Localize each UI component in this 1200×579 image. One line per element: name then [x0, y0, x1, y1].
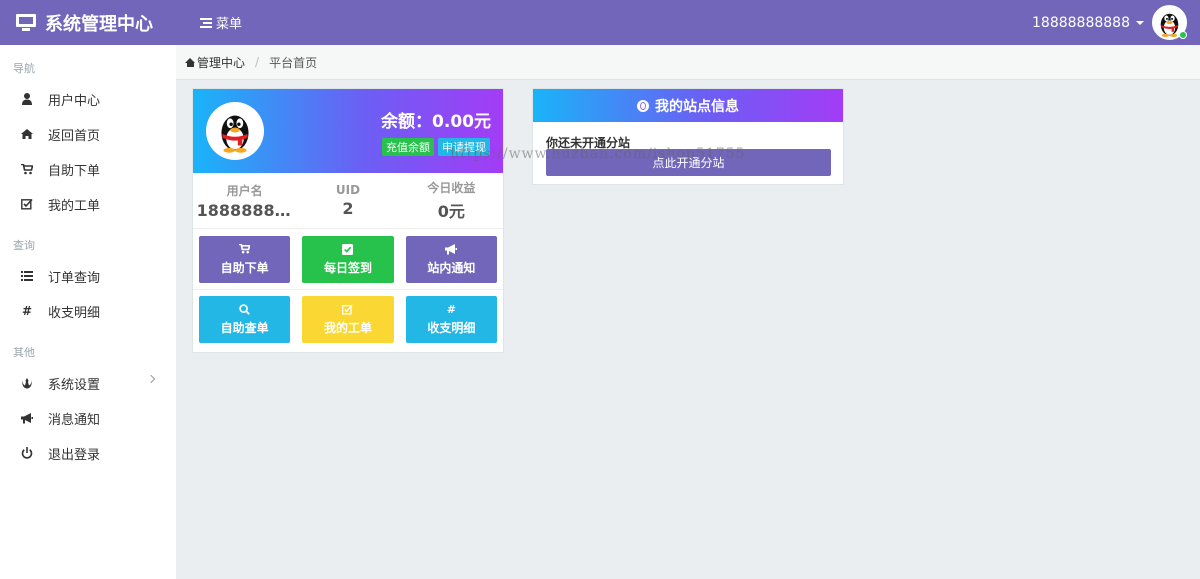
sidebar-heading-query: 查询: [13, 239, 35, 252]
sidebar-heading-nav: 导航: [13, 62, 35, 75]
tile-my-tickets[interactable]: 我的工单: [302, 296, 394, 343]
stat-value: 0元: [437, 202, 465, 221]
brand[interactable]: 系统管理中心: [16, 0, 153, 45]
search-icon: [239, 303, 251, 315]
tile-label: 每日签到: [323, 261, 372, 275]
cart-icon: [20, 162, 34, 176]
sidebar-item-label: 用户中心: [48, 93, 101, 109]
sidebar-item-self-order[interactable]: 自助下单: [0, 154, 176, 184]
balance-text: 余额：0.00元: [381, 112, 491, 132]
tile-label: 我的工单: [323, 321, 372, 335]
tile-label: 站内通知: [427, 261, 476, 275]
tile-self-query[interactable]: 自助查单: [199, 296, 291, 343]
sidebar-item-settings[interactable]: 系统设置: [0, 368, 176, 398]
tile-finance-details[interactable]: # 收支明细: [405, 296, 497, 343]
tile-label: 收支明细: [427, 321, 476, 335]
chevron-right-icon: [146, 374, 156, 384]
monitor-icon: [16, 13, 36, 32]
tile-label: 自助查单: [220, 321, 269, 335]
stat-uid: UID 2: [296, 173, 399, 228]
tile-label: 自助下单: [220, 261, 269, 275]
sidebar-item-logout[interactable]: 退出登录: [0, 438, 176, 468]
breadcrumb: 管理中心 / 平台首页: [176, 45, 1200, 80]
online-status-dot: [1179, 31, 1187, 39]
stat-value: 18888888888: [196, 200, 293, 220]
list-icon: [20, 269, 34, 283]
sidebar-heading-other: 其他: [13, 346, 35, 359]
sidebar-item-label: 订单查询: [48, 270, 101, 286]
menu-label: 菜单: [216, 17, 243, 32]
quick-actions-grid: 自助下单 每日签到 站内通知 自助查单 我的工单 # 收支明细: [193, 230, 503, 349]
sidebar-item-label: 我的工单: [48, 198, 101, 214]
sidebar-item-home[interactable]: 返回首页: [0, 119, 176, 149]
check-square-icon: [342, 243, 354, 255]
watermark-text: https://www.huzhan.com/ishop51755: [450, 146, 746, 162]
check-square-icon: [20, 197, 34, 211]
user-dropdown[interactable]: 18888888888: [1032, 0, 1144, 45]
menu-icon: [200, 17, 212, 28]
stat-today-income: 今日收益 0元: [400, 173, 503, 228]
power-icon: [20, 446, 34, 460]
globe-icon: [637, 99, 649, 112]
cart-icon: [239, 243, 251, 255]
quick-actions-row: 自助查单 我的工单 # 收支明细: [193, 289, 503, 349]
profile-stats: 用户名 18888888888 UID 2 今日收益 0元: [193, 173, 503, 229]
sidebar-item-label: 自助下单: [48, 163, 101, 179]
sidebar: 导航 用户中心 返回首页 自助下单 我的工单 查询 订单查询 # 收支明细 其他: [0, 45, 176, 579]
quick-actions-row: 自助下单 每日签到 站内通知: [193, 230, 503, 289]
tile-self-order[interactable]: 自助下单: [199, 236, 291, 283]
breadcrumb-home-link[interactable]: 管理中心: [197, 54, 245, 71]
stat-label: 用户名: [226, 183, 263, 198]
bullhorn-icon: [445, 243, 458, 255]
tile-daily-checkin[interactable]: 每日签到: [302, 236, 394, 283]
sidebar-item-notifications[interactable]: 消息通知: [0, 403, 176, 433]
site-info-header: 我的站点信息: [533, 89, 843, 122]
sidebar-item-label: 返回首页: [48, 128, 101, 144]
tile-site-notice[interactable]: 站内通知: [405, 236, 497, 283]
brand-title: 系统管理中心: [45, 13, 153, 35]
sidebar-item-order-query[interactable]: 订单查询: [0, 261, 176, 291]
breadcrumb-current: 平台首页: [269, 55, 318, 70]
check-square-icon: [342, 303, 354, 315]
sidebar-item-finance[interactable]: # 收支明细: [0, 296, 176, 326]
profile-avatar: [206, 102, 264, 160]
profile-card: 余额：0.00元 充值余额 申请提现 用户名 18888888888 UID 2…: [192, 88, 504, 353]
sidebar-item-my-tickets[interactable]: 我的工单: [0, 189, 176, 219]
sidebar-item-label: 退出登录: [48, 447, 101, 463]
recharge-button[interactable]: 充值余额: [382, 138, 434, 156]
sidebar-item-label: 收支明细: [48, 305, 101, 321]
top-header: 系统管理中心 菜单 18888888888: [0, 0, 1200, 45]
bullhorn-icon: [20, 411, 34, 425]
home-icon: [20, 127, 34, 141]
sidebar-item-user-center[interactable]: 用户中心: [0, 84, 176, 114]
sidebar-item-label: 消息通知: [48, 412, 101, 428]
breadcrumb-separator: /: [255, 55, 260, 69]
sidebar-item-label: 系统设置: [48, 377, 101, 393]
caret-down-icon: [1136, 20, 1144, 25]
site-info-title: 我的站点信息: [655, 98, 739, 115]
stat-value: 2: [342, 199, 354, 218]
site-info-card: 我的站点信息 你还未开通分站 点此开通分站: [532, 88, 844, 185]
hash-icon: #: [21, 304, 33, 318]
username: 18888888888: [1032, 14, 1130, 31]
penguin-avatar-icon: [221, 115, 249, 153]
stat-label: 今日收益: [427, 181, 476, 195]
menu-toggle-button[interactable]: 菜单: [200, 0, 242, 45]
rebel-icon: [20, 376, 34, 390]
hash-icon: #: [446, 302, 456, 316]
stat-label: UID: [335, 183, 361, 197]
user-icon: [20, 92, 34, 106]
stat-username: 用户名 18888888888: [193, 173, 296, 228]
home-icon: [185, 57, 196, 67]
